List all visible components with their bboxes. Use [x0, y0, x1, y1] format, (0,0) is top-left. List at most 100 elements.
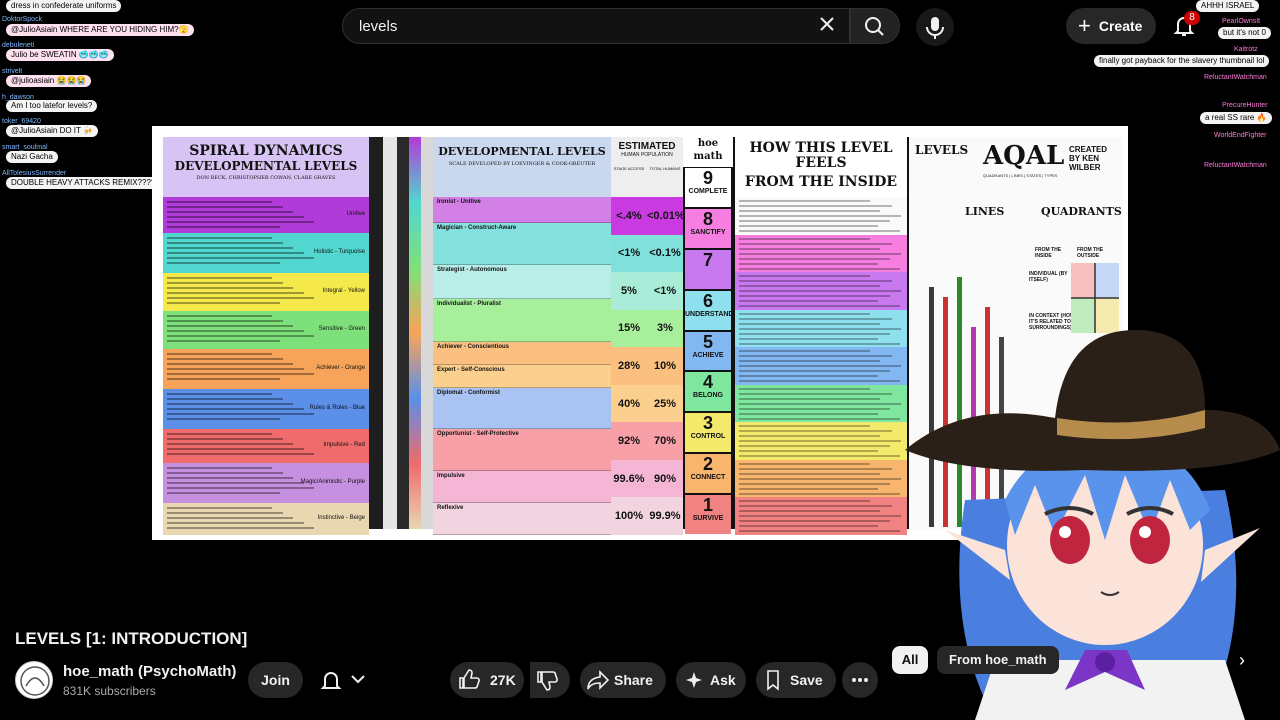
chat-username: debuleneti: [2, 42, 35, 49]
text-lines: [739, 500, 903, 535]
how-it-feels-row: [735, 422, 907, 460]
spiral-band-label: Impulsive - Red: [323, 442, 365, 448]
how-title-2: FROM THE INSIDE: [744, 174, 898, 190]
aqal-subtitle: QUADRANTS | LINES | STATES | TYPES: [983, 173, 1058, 178]
ask-button[interactable]: Ask: [676, 662, 746, 698]
dislike-button[interactable]: [530, 662, 570, 698]
chat-message: @JulioAsiain WHERE ARE YOU HIDING HIM?🫣: [6, 24, 194, 36]
spiral-band: Impulsive - Red: [163, 429, 369, 463]
dev-level-row: Reflexive: [433, 503, 611, 535]
like-count: 27K: [490, 672, 516, 688]
chip-all[interactable]: All: [892, 646, 928, 674]
spiral-band-label: Magic/Animistic - Purple: [300, 479, 365, 485]
chevron-right-icon[interactable]: ›: [1230, 648, 1254, 672]
tier-strip: [409, 137, 421, 529]
search-box[interactable]: [342, 8, 850, 44]
text-lines: [739, 312, 903, 348]
voice-search-button[interactable]: [916, 8, 954, 46]
spiral-band-label: Achiever - Orange: [316, 365, 365, 371]
text-lines: [739, 237, 903, 273]
population-stage-access: <1%: [617, 247, 641, 260]
video-title: LEVELS [1: INTRODUCTION]: [15, 629, 248, 648]
dev-level-row: Strategist - Autonomous: [433, 265, 611, 300]
chat-username: DoktorSpock: [2, 16, 43, 23]
save-button[interactable]: Save: [756, 662, 836, 698]
chat-username: ReluctantWatchman: [1204, 74, 1267, 81]
level-word: UNDERSTAND: [685, 310, 734, 318]
population-row: 15% 3%: [611, 309, 683, 348]
subscription-notifications-button[interactable]: [314, 662, 380, 698]
dev-level-row: Magician - Construct-Aware: [433, 222, 611, 266]
chat-message: AHHH ISRAEL: [1196, 0, 1260, 12]
thumbs-up-icon: [459, 669, 480, 689]
population-total: 70%: [653, 435, 677, 448]
population-stage-access: <.4%: [616, 209, 642, 222]
more-icon: [852, 678, 868, 682]
level-box: 8 SANCTIFY: [685, 208, 731, 248]
pop-subtitle: HUMAN POPULATION: [621, 152, 673, 158]
chevron-down-icon: [351, 675, 365, 684]
dev-level-name: Impulsive: [437, 473, 465, 480]
how-it-feels-row: [735, 234, 907, 273]
how-it-feels-header: HOW THIS LEVEL FEELS FROM THE INSIDE: [735, 137, 907, 197]
how-it-feels-column: HOW THIS LEVEL FEELS FROM THE INSIDE: [735, 137, 907, 535]
dev-level-name: Opportunist - Self-Protective: [437, 430, 519, 437]
join-button[interactable]: Join: [248, 662, 303, 698]
chip-from-channel[interactable]: From hoe_math: [937, 646, 1059, 674]
level-word: CONNECT: [690, 474, 726, 482]
level-box: 1 SURVIVE: [685, 495, 731, 534]
spiral-band-label: Rules & Roles - Blue: [309, 405, 365, 411]
how-it-feels-row: [735, 197, 907, 235]
population-header: ESTIMATED HUMAN POPULATION STAGE ACCESS …: [611, 137, 683, 197]
population-stage-access: 28%: [617, 359, 641, 372]
chat-username: AllTolesiusSurrender: [2, 170, 67, 177]
level-box: 7: [685, 249, 731, 289]
dev-level-row: Ironist - Unitive: [433, 197, 611, 223]
text-lines: [739, 425, 903, 460]
dev-level-name: Magician - Construct-Aware: [437, 224, 517, 231]
text-lines: [167, 201, 317, 231]
text-lines: [167, 433, 317, 458]
dev-level-row: Opportunist - Self-Protective: [433, 428, 611, 472]
population-total: 3%: [657, 322, 673, 335]
aqal-author: CREATED BY KEN WILBER: [1069, 145, 1108, 172]
chat-message: dress in confederate uniforms: [6, 0, 122, 12]
search-button[interactable]: [850, 8, 900, 44]
level-number: 6: [702, 290, 713, 311]
dev-title: DEVELOPMENTAL LEVELS: [438, 145, 606, 158]
level-box: 3 CONTROL: [685, 413, 731, 453]
population-column: ESTIMATED HUMAN POPULATION STAGE ACCESS …: [611, 137, 685, 535]
notification-count-badge: 8: [1184, 11, 1200, 25]
like-button[interactable]: 27K: [450, 662, 524, 698]
clear-search-button[interactable]: [812, 12, 842, 40]
chat-message: finally got payback for the slavery thum…: [1094, 55, 1270, 67]
how-it-feels-row: [735, 459, 907, 498]
spiral-band: Unitive: [163, 197, 369, 233]
create-button[interactable]: + Create: [1066, 8, 1156, 44]
spiral-band: Sensitive - Green: [163, 311, 369, 349]
hoe-math-logo: hoe math: [683, 137, 733, 167]
text-lines: [167, 393, 317, 423]
chat-message: @julioasiain 😭😭😭: [6, 75, 92, 87]
channel-name[interactable]: hoe_math (PsychoMath): [63, 663, 236, 680]
population-total: 90%: [653, 472, 677, 485]
text-lines: [167, 467, 317, 497]
level-box: 9 COMPLETE: [685, 168, 731, 207]
pop-col-b: TOTAL HUMANS: [649, 166, 681, 171]
channel-avatar[interactable]: [15, 661, 53, 699]
dev-level-row: Individualist - Pluralist: [433, 299, 611, 342]
text-lines: [167, 237, 317, 267]
population-row: 28% 10%: [611, 347, 683, 385]
population-row: <.4% <0.01%: [611, 197, 685, 235]
more-actions-button[interactable]: [842, 662, 878, 698]
share-button[interactable]: Share: [580, 662, 666, 698]
text-lines: [167, 277, 317, 307]
how-it-feels-row: [735, 309, 907, 348]
share-label: Share: [614, 672, 653, 688]
level-number: 2: [702, 454, 713, 475]
sparkle-icon: [686, 672, 702, 688]
search-input[interactable]: [359, 9, 799, 43]
level-box: 2 CONNECT: [685, 454, 731, 494]
how-it-feels-row: [735, 384, 907, 423]
aqal-quadrants: QUADRANTS: [1041, 205, 1122, 218]
